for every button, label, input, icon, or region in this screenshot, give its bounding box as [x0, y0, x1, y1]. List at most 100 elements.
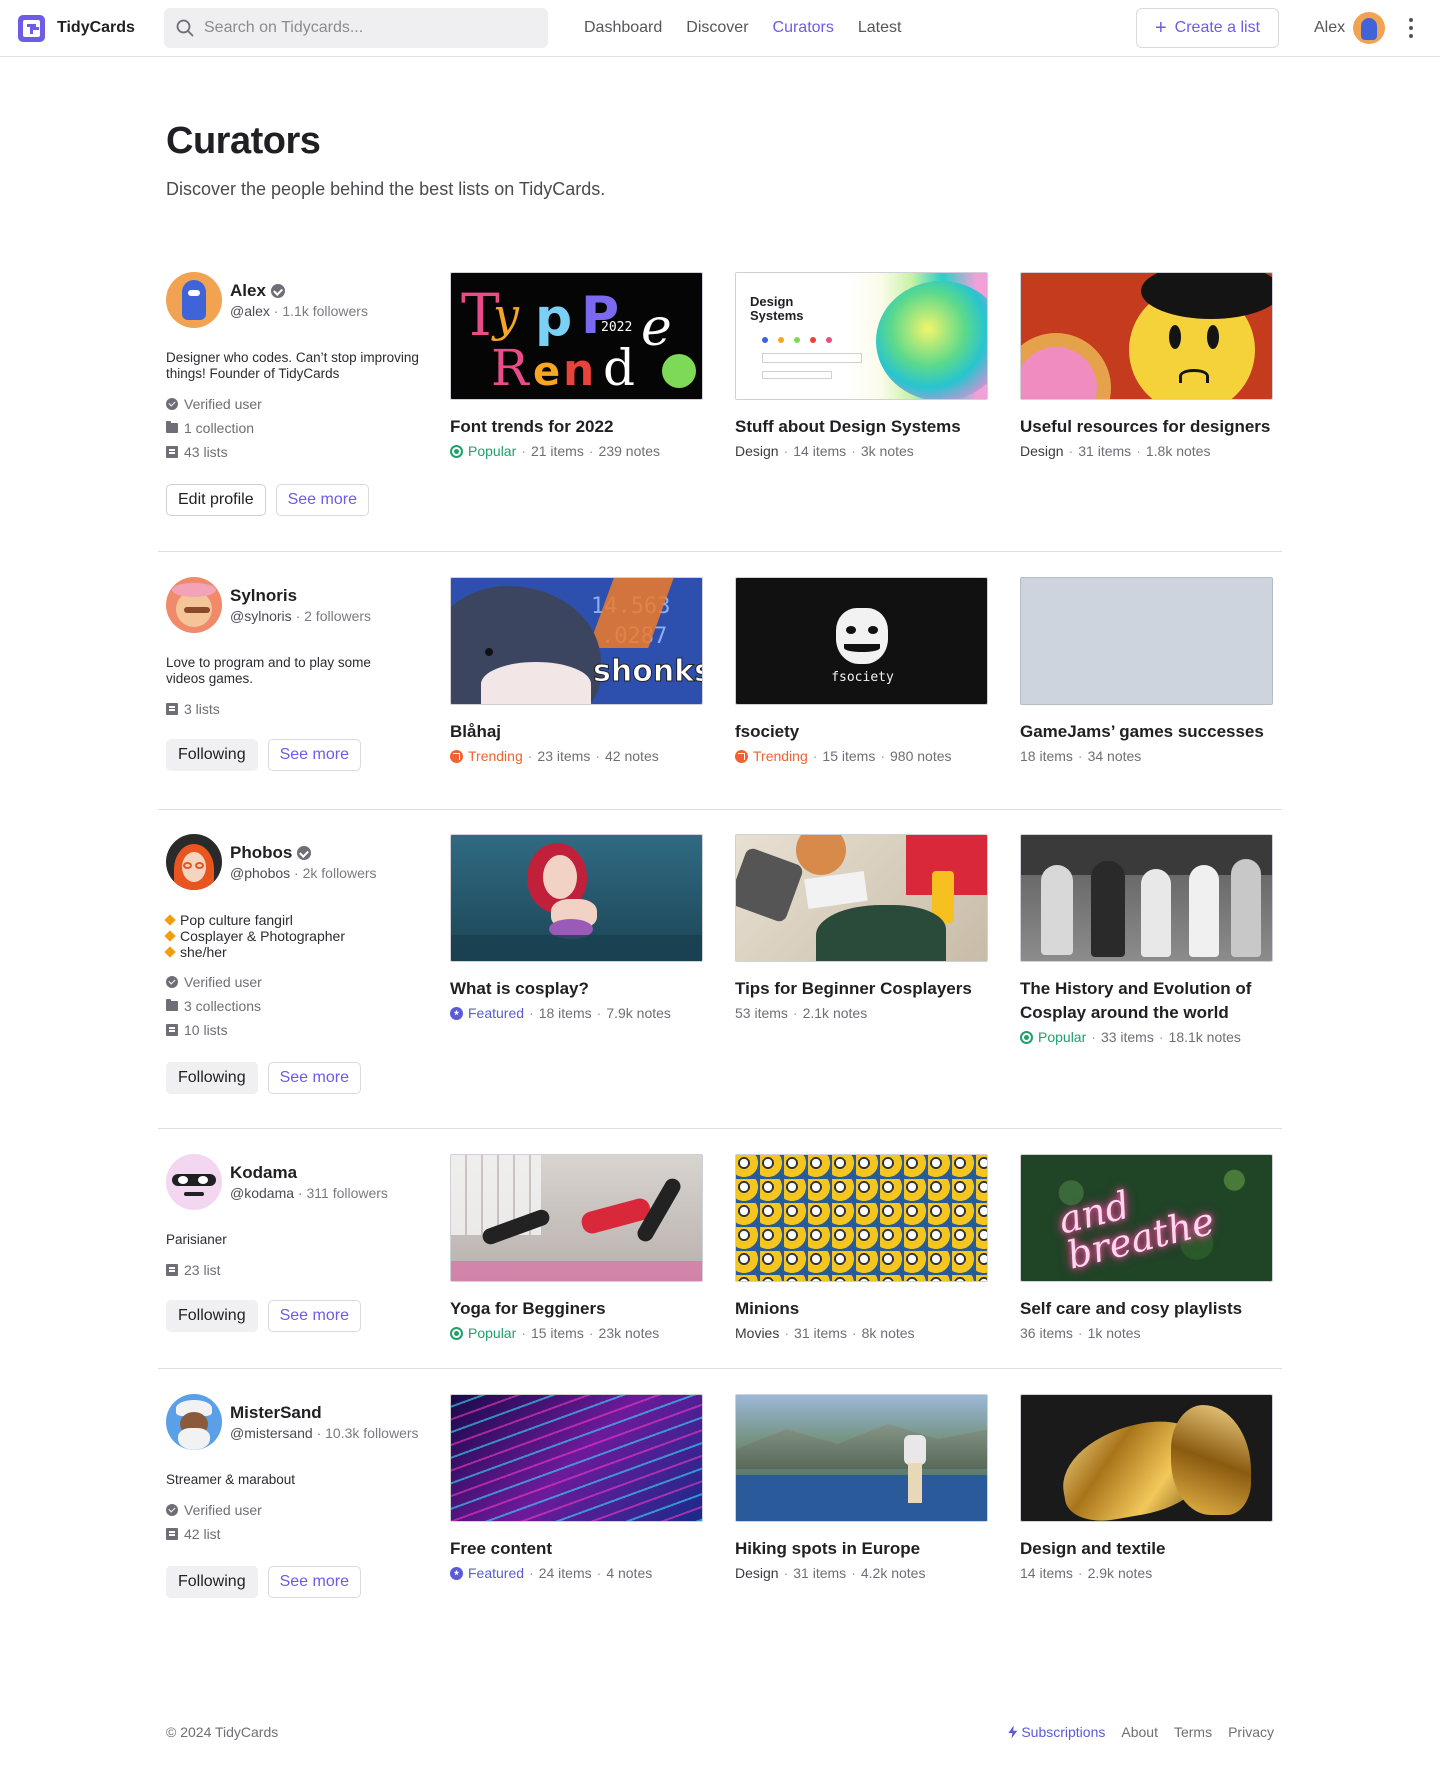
curator-handle: @phobos [230, 865, 291, 881]
see-more-button[interactable]: See more [267, 739, 361, 771]
curator-handle: @sylnoris [230, 608, 292, 624]
bolt-icon [1008, 1725, 1018, 1739]
list-icon [166, 1024, 178, 1036]
list-card[interactable]: Tips for Beginner Cosplayers 53 items · 2… [735, 834, 988, 1045]
card-thumbnail: T y p P e 2022 R e n d [450, 272, 703, 400]
search-input[interactable] [204, 19, 536, 37]
list-card[interactable]: Design Systems Stuff about Design System… [735, 272, 988, 459]
trending-badge: Trending [735, 748, 808, 764]
footer-link-about[interactable]: About [1121, 1724, 1158, 1740]
curator-profile: Kodama @kodama · 311 followers Parisiane… [166, 1154, 426, 1332]
user-menu[interactable]: Alex [1314, 12, 1386, 44]
list-card[interactable]: fsociety fsociety Trending · 15 items · 98… [735, 577, 988, 764]
footer-link-subscriptions[interactable]: Subscriptions [1008, 1724, 1105, 1740]
footer-link-terms[interactable]: Terms [1174, 1724, 1212, 1740]
logo[interactable]: TidyCards [18, 14, 164, 42]
user-name: Alex [1314, 19, 1346, 36]
list-card[interactable]: Minions Movies · 31 items · 8k notes [735, 1154, 988, 1341]
search-bar[interactable] [164, 8, 548, 48]
curator-name[interactable]: Phobos [230, 843, 292, 863]
curator-name[interactable]: MisterSand [230, 1403, 322, 1423]
page-header: Curators Discover the people behind the … [166, 120, 1274, 200]
diamond-icon [164, 946, 176, 958]
popular-icon [1020, 1030, 1033, 1044]
featured-icon [450, 1566, 463, 1580]
curator-profile: Sylnoris @sylnoris · 2 followers Love to… [166, 577, 426, 771]
list-card[interactable]: 14.563 .0287 shonks Blåhaj Trending ·23 … [450, 577, 703, 764]
popular-badge: Popular [1020, 1029, 1086, 1045]
notes-count: 980 notes [890, 748, 952, 764]
see-more-button[interactable]: See more [267, 1566, 361, 1598]
thumb-caption: fsociety [831, 670, 894, 685]
list-card[interactable]: What is cosplay? Featured · 18 items · 7.9… [450, 834, 703, 1045]
list-card[interactable]: and breathe Self care and cosy playlists… [1020, 1154, 1273, 1341]
following-button[interactable]: Following [166, 1062, 258, 1094]
card-thumbnail [450, 834, 703, 962]
see-more-button[interactable]: See more [267, 1300, 361, 1332]
nav-discover[interactable]: Discover [686, 19, 748, 37]
nav-latest[interactable]: Latest [858, 19, 902, 37]
notes-count: 1k notes [1087, 1325, 1141, 1341]
search-icon [176, 19, 194, 37]
curator-meta: Verified user 42 list [166, 1498, 426, 1546]
divider [158, 809, 1282, 810]
following-button[interactable]: Following [166, 1566, 258, 1598]
avatar[interactable] [166, 577, 222, 633]
avatar[interactable] [166, 1154, 222, 1210]
nav-curators[interactable]: Curators [773, 19, 834, 37]
footer-link-privacy[interactable]: Privacy [1228, 1724, 1274, 1740]
nav-dashboard[interactable]: Dashboard [584, 19, 662, 37]
more-options-icon[interactable] [1409, 18, 1413, 38]
list-icon [166, 446, 178, 458]
list-card[interactable]: GameJams’ games successes 18 items · 34 n… [1020, 577, 1273, 764]
avatar [1353, 12, 1386, 44]
copyright: © 2024 TidyCards [166, 1724, 279, 1740]
curator-profile: MisterSand @mistersand · 10.3k followers… [166, 1394, 426, 1598]
create-list-button[interactable]: + Create a list [1136, 8, 1279, 48]
list-card[interactable]: Hiking spots in Europe Design · 31 items … [735, 1394, 988, 1581]
trending-badge: Trending [450, 748, 523, 764]
card-title: Self care and cosy playlists [1020, 1299, 1243, 1318]
curator-name[interactable]: Kodama [230, 1163, 297, 1183]
folder-icon [166, 421, 178, 433]
list-card[interactable]: Yoga for Begginers Popular · 15 items · 23… [450, 1154, 703, 1341]
avatar[interactable] [166, 272, 222, 328]
meta-text: Verified user [184, 396, 262, 412]
card-thumbnail [735, 1154, 988, 1282]
see-more-button[interactable]: See more [267, 1062, 361, 1094]
card-list: What is cosplay? Featured · 18 items · 7.9… [450, 834, 1273, 1045]
divider [158, 1128, 1282, 1129]
avatar[interactable] [166, 834, 222, 890]
curator-name[interactable]: Alex [230, 281, 266, 301]
following-button[interactable]: Following [166, 1300, 258, 1332]
card-list: 14.563 .0287 shonks Blåhaj Trending ·23 … [450, 577, 1273, 764]
card-thumbnail: and breathe [1020, 1154, 1273, 1282]
card-thumbnail-placeholder [1020, 577, 1273, 705]
notes-count: 18.1k notes [1168, 1029, 1241, 1045]
verified-icon [166, 398, 178, 410]
items-count: 18 items [1020, 748, 1073, 764]
meta-text: Verified user [184, 1502, 262, 1518]
notes-count: 1.8k notes [1145, 443, 1211, 459]
svg-text:e: e [533, 349, 560, 395]
card-list: Free content Featured · 24 items · 4 notes… [450, 1394, 1273, 1581]
list-card[interactable]: Free content Featured · 24 items · 4 notes [450, 1394, 703, 1581]
logo-text: TidyCards [57, 19, 135, 36]
list-card[interactable]: Useful resources for designers Design · 3… [1020, 272, 1273, 459]
edit-profile-button[interactable]: Edit profile [166, 484, 266, 516]
meta-text: 1 collection [184, 420, 255, 436]
svg-text:n: n [563, 345, 594, 396]
list-card[interactable]: The History and Evolution of Cosplay aro… [1020, 834, 1273, 1045]
footer: © 2024 TidyCards Subscriptions About Ter… [166, 1724, 1274, 1740]
following-button[interactable]: Following [166, 739, 258, 771]
featured-badge: Featured [450, 1005, 524, 1021]
avatar[interactable] [166, 1394, 222, 1450]
card-list: T y p P e 2022 R e n d Font trends for 2… [450, 272, 1273, 459]
list-card[interactable]: Design and textile 14 items · 2.9k notes [1020, 1394, 1273, 1581]
followers-count: 311 followers [306, 1185, 388, 1201]
list-card[interactable]: T y p P e 2022 R e n d Font trends for 2… [450, 272, 703, 459]
meta-text: 3 lists [184, 701, 220, 717]
notes-count: 2.1k notes [802, 1005, 868, 1021]
curator-name[interactable]: Sylnoris [230, 586, 297, 606]
see-more-button[interactable]: See more [275, 484, 369, 516]
